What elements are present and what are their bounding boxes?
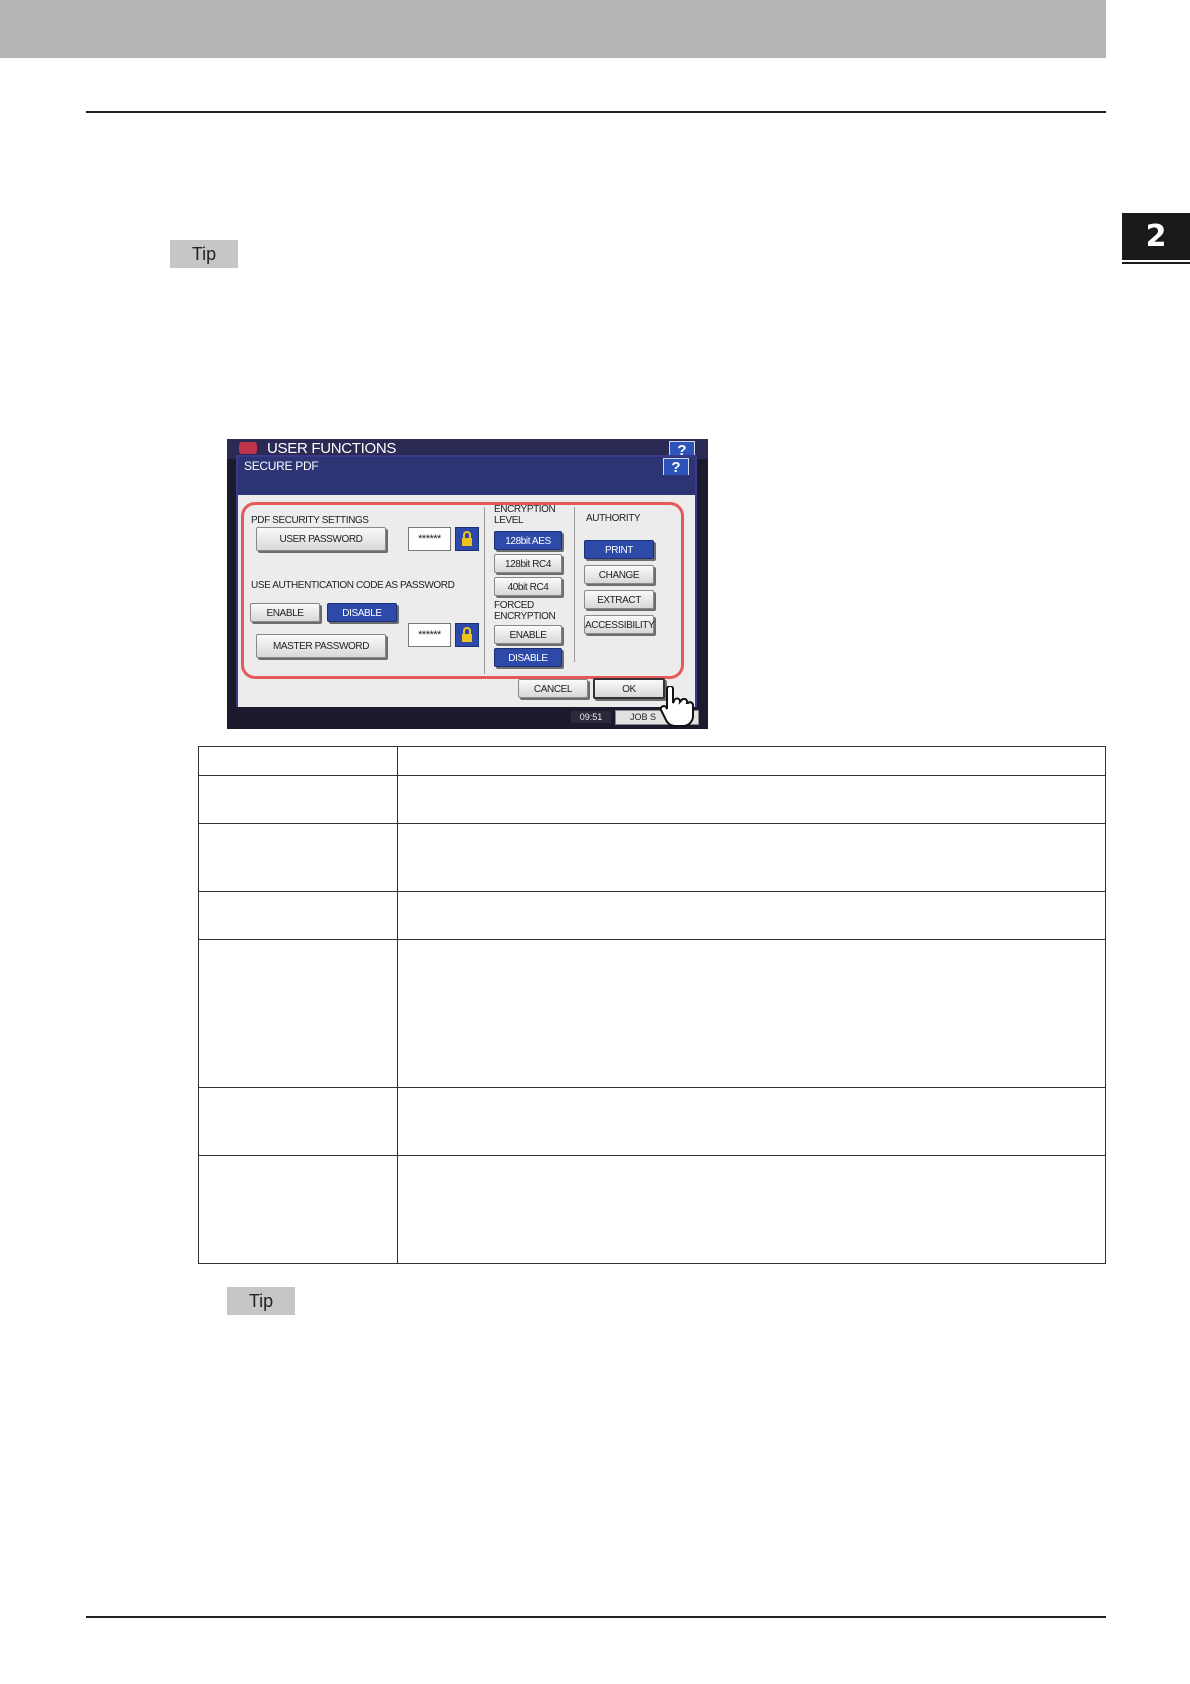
encryption-option-128bit-aes[interactable]: 128bit AES <box>494 531 562 550</box>
tip-label: Tip <box>170 240 238 268</box>
table-cell <box>198 746 398 776</box>
secure-pdf-dialog: SECURE PDF ? PDF SECURITY SETTINGS USER … <box>236 455 697 707</box>
table-cell <box>397 775 1106 824</box>
dialog-title: SECURE PDF <box>238 457 695 475</box>
cancel-button[interactable]: CANCEL <box>518 679 588 698</box>
table-cell <box>397 823 1106 892</box>
forced-disable-button[interactable]: DISABLE <box>494 648 562 667</box>
table-row <box>198 1087 1106 1156</box>
header-rule <box>86 111 1106 113</box>
chapter-tab-rule <box>1122 262 1190 264</box>
settings-description-table <box>198 746 1106 1264</box>
authority-print-button[interactable]: PRINT <box>584 540 654 559</box>
table-cell <box>397 1087 1106 1156</box>
auth-enable-button[interactable]: ENABLE <box>250 603 320 622</box>
ok-button[interactable]: OK <box>593 678 665 699</box>
table-cell <box>397 939 1106 1088</box>
auth-disable-button[interactable]: DISABLE <box>327 603 397 622</box>
table-header-row <box>198 746 1106 776</box>
table-row <box>198 775 1106 824</box>
forced-enable-button[interactable]: ENABLE <box>494 625 562 644</box>
user-password-button[interactable]: USER PASSWORD <box>256 527 386 551</box>
authority-change-button[interactable]: CHANGE <box>584 565 654 584</box>
table-cell <box>397 1155 1106 1264</box>
authority-accessibility-button[interactable]: ACCESSIBILITY <box>584 615 655 634</box>
table-cell <box>198 939 398 1088</box>
master-password-lock-icon[interactable] <box>455 623 479 647</box>
dialog-help-button[interactable]: ? <box>663 458 689 476</box>
authority-label: AUTHORITY <box>586 513 641 524</box>
footer-rule <box>86 1616 1106 1618</box>
table-cell <box>397 746 1106 776</box>
table-cell <box>198 823 398 892</box>
table-cell <box>397 891 1106 940</box>
authority-extract-button[interactable]: EXTRACT <box>584 590 654 609</box>
table-row <box>198 823 1106 892</box>
user-password-lock-icon[interactable] <box>455 527 479 551</box>
table-row <box>198 939 1106 1088</box>
table-row <box>198 891 1106 940</box>
dialog-title-band <box>238 475 695 495</box>
encryption-option-128bit-rc4[interactable]: 128bit RC4 <box>494 554 562 573</box>
forced-encryption-label: FORCED ENCRYPTION <box>494 600 556 622</box>
master-password-field[interactable]: ****** <box>408 623 451 647</box>
page-header-band <box>0 0 1106 58</box>
table-cell <box>198 891 398 940</box>
table-cell <box>198 1155 398 1264</box>
table-row <box>198 1155 1106 1264</box>
table-cell <box>198 775 398 824</box>
user-password-field[interactable]: ****** <box>408 527 451 551</box>
pointing-hand-icon <box>659 686 694 727</box>
chapter-tab: 2 <box>1122 213 1190 260</box>
use-auth-code-label: USE AUTHENTICATION CODE AS PASSWORD <box>251 580 455 591</box>
encryption-option-40bit-rc4[interactable]: 40bit RC4 <box>494 577 562 596</box>
pdf-security-settings-label: PDF SECURITY SETTINGS <box>251 515 369 526</box>
master-password-button[interactable]: MASTER PASSWORD <box>256 634 386 658</box>
tip-label: Tip <box>227 1287 295 1315</box>
table-cell <box>198 1087 398 1156</box>
device-logo-icon <box>239 442 257 454</box>
encryption-level-label: ENCRYPTION LEVEL <box>494 504 556 526</box>
status-time: 09:51 <box>571 711 611 723</box>
secure-pdf-screenshot: USER FUNCTIONS ? SECURE PDF ? PDF SECURI… <box>227 439 708 729</box>
column-divider <box>574 507 575 662</box>
column-divider <box>484 507 485 674</box>
